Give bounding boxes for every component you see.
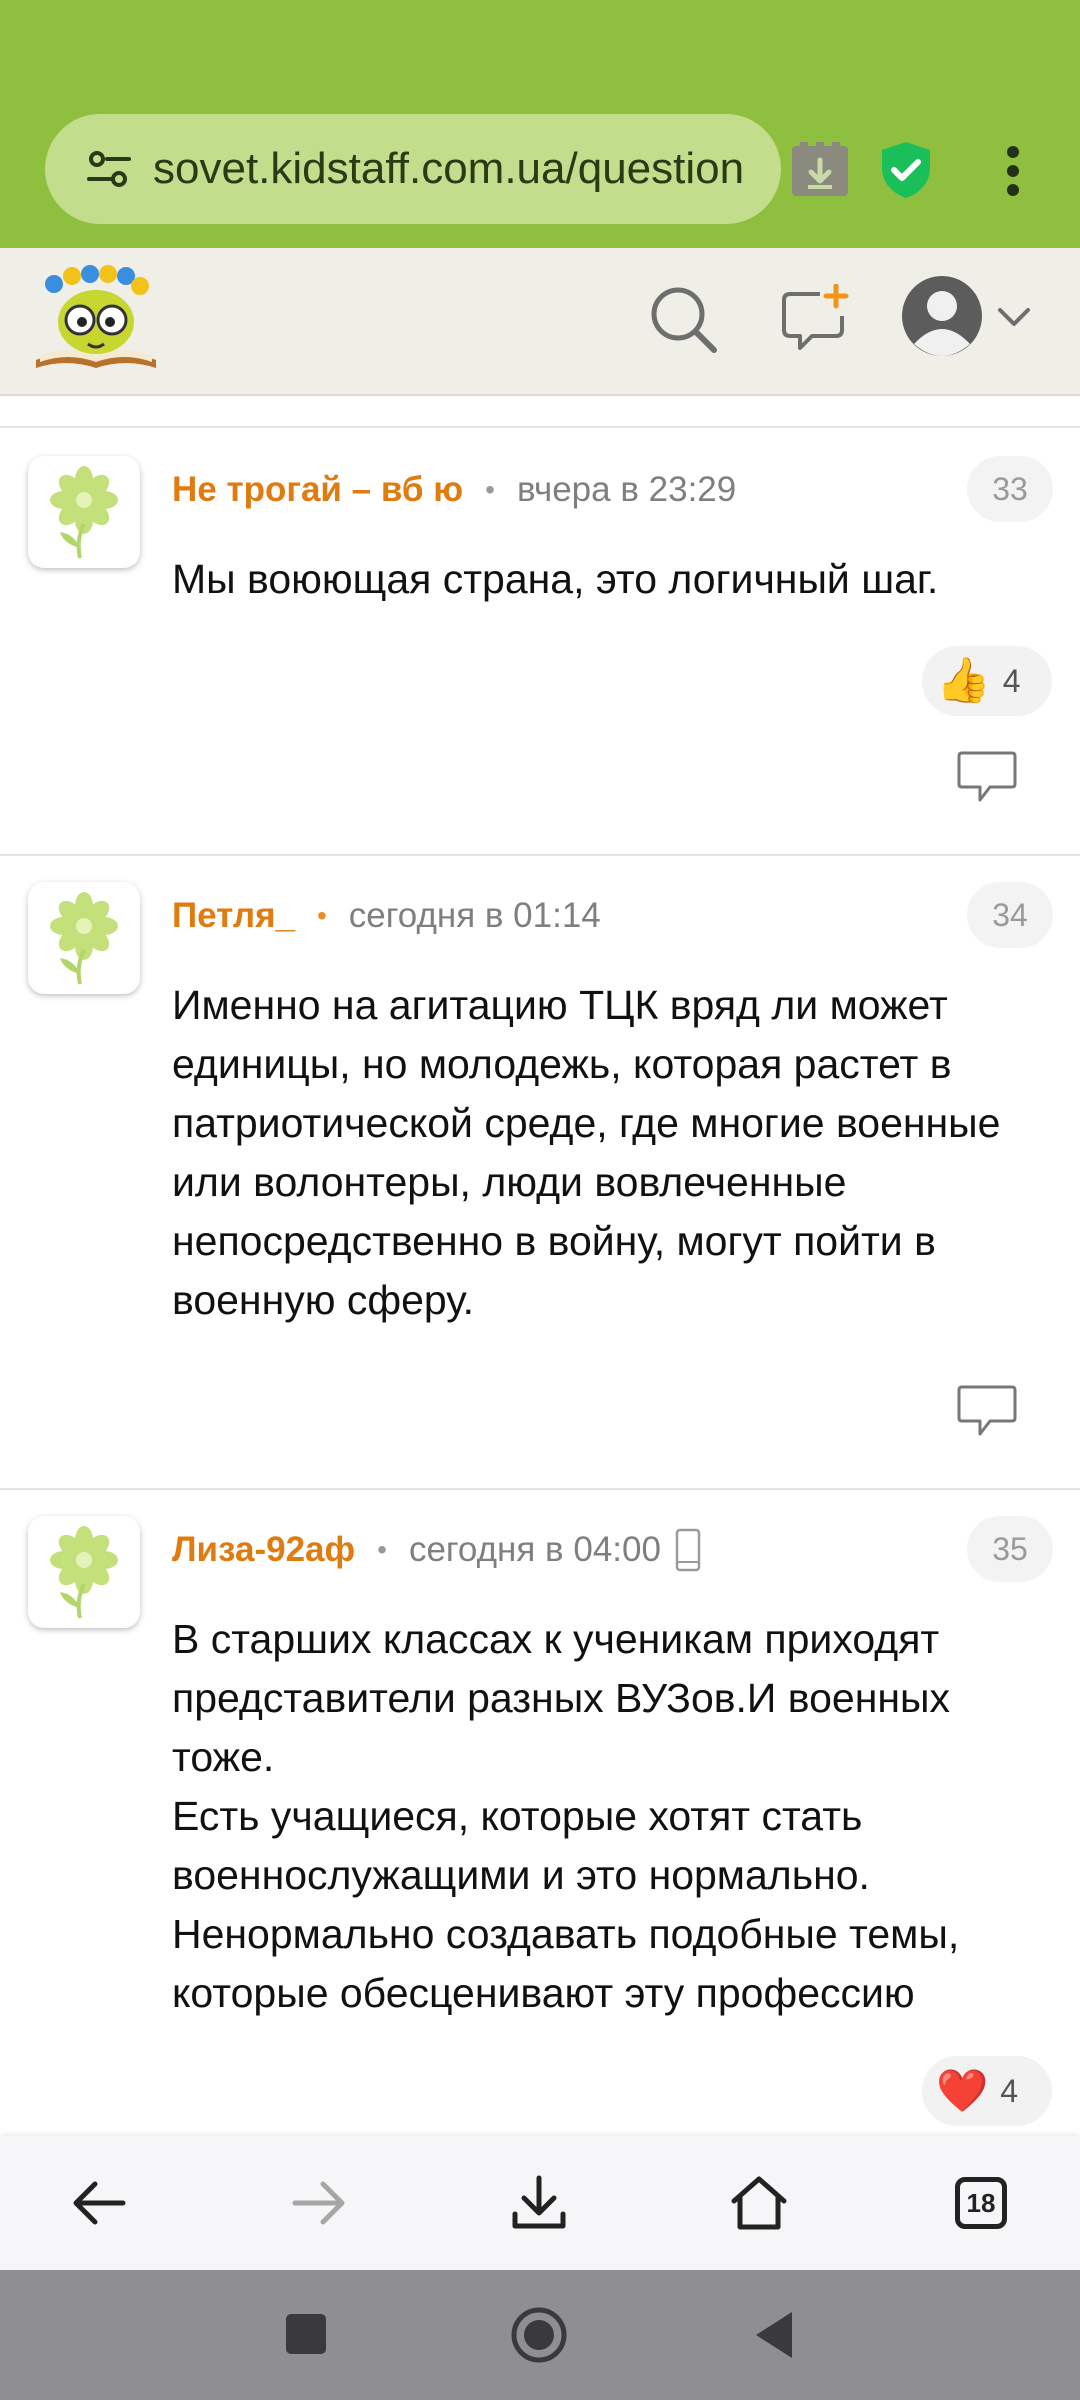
avatar[interactable] — [28, 456, 140, 568]
comment-33: Не трогай – вб ю • вчера в 23:29 33 Мы в… — [0, 428, 1080, 854]
comment-text: Именно на агитацию ТЦК вряд ли может еди… — [172, 976, 1052, 1330]
comment-text: В старших классах к ученикам приходят пр… — [172, 1610, 1052, 2023]
tabs-button[interactable]: 18 — [944, 2166, 1018, 2240]
comment-34: Петля_ • сегодня в 01:14 34 Именно на аг… — [0, 856, 1080, 1488]
separator-dot: • — [485, 474, 495, 505]
address-bar[interactable]: sovet.kidstaff.com.ua/question — [45, 114, 781, 224]
avatar[interactable] — [28, 1516, 140, 1628]
download-app-icon[interactable] — [790, 142, 850, 198]
tabs-count: 18 — [955, 2177, 1007, 2229]
comment-time: сегодня в 04:00 — [408, 1530, 661, 1569]
arrow-left-icon — [73, 2181, 126, 2225]
more-menu-icon[interactable] — [1003, 146, 1023, 196]
comment-paragraph: Мы воюющая страна, это логичный шаг. — [172, 556, 939, 602]
home-button[interactable] — [722, 2166, 796, 2240]
site-settings-icon[interactable] — [85, 145, 133, 193]
recents-icon[interactable] — [286, 2314, 326, 2354]
shield-check-icon[interactable] — [878, 140, 934, 200]
forward-button[interactable] — [282, 2166, 356, 2240]
thumbs-up-icon: 👍 — [936, 656, 991, 705]
back-triangle-icon[interactable] — [752, 2310, 794, 2360]
comment-paragraph: В старших классах к ученикам приходят пр… — [172, 1616, 950, 1780]
reaction-count: 4 — [1000, 2072, 1019, 2109]
kidstaff-logo[interactable] — [32, 264, 160, 374]
comment-number-badge[interactable]: 34 — [967, 882, 1053, 948]
comment-paragraph: Именно на агитацию ТЦК вряд ли может еди… — [172, 982, 1001, 1323]
reaction-count: 4 — [1002, 662, 1021, 699]
comment-meta: Не трогай – вб ю • вчера в 23:29 — [172, 466, 736, 514]
author-name[interactable]: Не трогай – вб ю — [172, 470, 463, 510]
reaction-badge[interactable]: 👍 4 — [922, 646, 1052, 716]
url-text[interactable]: sovet.kidstaff.com.ua/question — [153, 144, 763, 194]
chevron-down-icon[interactable] — [996, 306, 1032, 330]
mobile-device-icon — [675, 1528, 701, 1572]
author-name[interactable]: Лиза-92аф — [172, 1530, 355, 1570]
reaction-badge[interactable]: ❤️ 4 — [922, 2056, 1052, 2126]
daisy-icon — [50, 466, 118, 559]
comment-time: сегодня в 01:14 — [348, 896, 601, 935]
system-navigation-bar — [0, 2270, 1080, 2400]
arrow-right-icon — [292, 2181, 345, 2225]
comment-number-badge[interactable]: 33 — [967, 456, 1053, 522]
heart-icon: ❤️ — [936, 2067, 989, 2114]
comment-paragraph: Есть учащиеся, которые хотят стать военн… — [172, 1793, 870, 1898]
comment-text: Мы воюющая страна, это логичный шаг. — [172, 550, 1052, 609]
comment-meta: Петля_ • сегодня в 01:14 — [172, 892, 601, 940]
online-dot: • — [316, 900, 327, 931]
home-circle-icon[interactable] — [510, 2306, 568, 2364]
download-icon — [512, 2175, 566, 2229]
daisy-icon — [50, 892, 118, 985]
browser-toolbar: sovet.kidstaff.com.ua/question — [0, 0, 1080, 248]
browser-bottom-nav: 18 — [0, 2136, 1080, 2270]
download-button[interactable] — [502, 2166, 576, 2240]
daisy-icon — [50, 1526, 118, 1619]
reply-icon[interactable] — [956, 1384, 1018, 1438]
search-icon[interactable] — [648, 284, 718, 354]
back-button[interactable] — [62, 2166, 136, 2240]
user-avatar-icon[interactable] — [900, 274, 984, 358]
comment-number-badge[interactable]: 35 — [967, 1516, 1053, 1582]
comment-meta: Лиза-92аф • сегодня в 04:00 — [172, 1526, 701, 1574]
separator-dot: • — [377, 1534, 387, 1565]
home-icon — [731, 2176, 787, 2230]
comment-paragraph: Ненормально создавать подобные темы, кот… — [172, 1911, 960, 2016]
author-name[interactable]: Петля_ — [172, 896, 295, 936]
comment-35: Лиза-92аф • сегодня в 04:00 35 В старших… — [0, 1490, 1080, 2136]
avatar[interactable] — [28, 882, 140, 994]
reply-icon[interactable] — [956, 750, 1018, 804]
site-header — [0, 248, 1080, 396]
new-question-icon[interactable] — [780, 284, 850, 354]
comment-time: вчера в 23:29 — [516, 470, 737, 509]
